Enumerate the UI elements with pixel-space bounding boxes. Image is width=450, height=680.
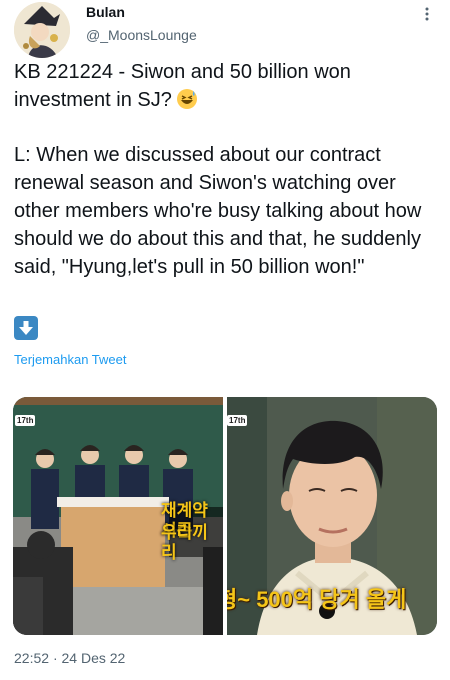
tweet-media[interactable]: 17th 재계약 시즌 우리끼리 17th 형~ 500억 당겨 올게 [13,397,437,635]
media-image-left[interactable]: 17th 재계약 시즌 우리끼리 [13,397,223,635]
tweet-timestamp[interactable]: 22:52 · 24 Des 22 [14,650,125,666]
translate-tweet-link[interactable]: Terjemahkan Tweet [14,352,127,367]
down-arrow-emoji-icon [14,316,38,340]
broadcast-logo: 17th [227,415,248,426]
author-avatar[interactable] [14,2,70,58]
tweet-text: KB 221224 - Siwon and 50 billion won inv… [14,58,440,281]
tweet-paragraph-body: L: When we discussed about our contract … [14,144,422,278]
media-image-right[interactable]: 17th 형~ 500억 당겨 올게 [227,397,437,635]
tweet-time: 22:52 [14,650,50,666]
more-options-icon[interactable] [420,6,434,22]
avatar-illustration-icon [14,2,70,58]
tweet-paragraph-title: KB 221224 - Siwon and 50 billion won inv… [14,58,440,114]
media-right-caption: 형~ 500억 당겨 올게 [227,587,407,612]
media-left-caption-2: 우리끼리 [161,523,208,562]
author-display-name[interactable]: Bulan [86,4,125,20]
broadcast-logo: 17th [15,415,36,426]
author-handle[interactable]: @_MoonsLounge [86,27,197,43]
grinning-sweat-emoji-icon [176,88,198,110]
timestamp-separator: · [52,650,58,666]
tweet-date: 24 Des 22 [61,650,126,666]
